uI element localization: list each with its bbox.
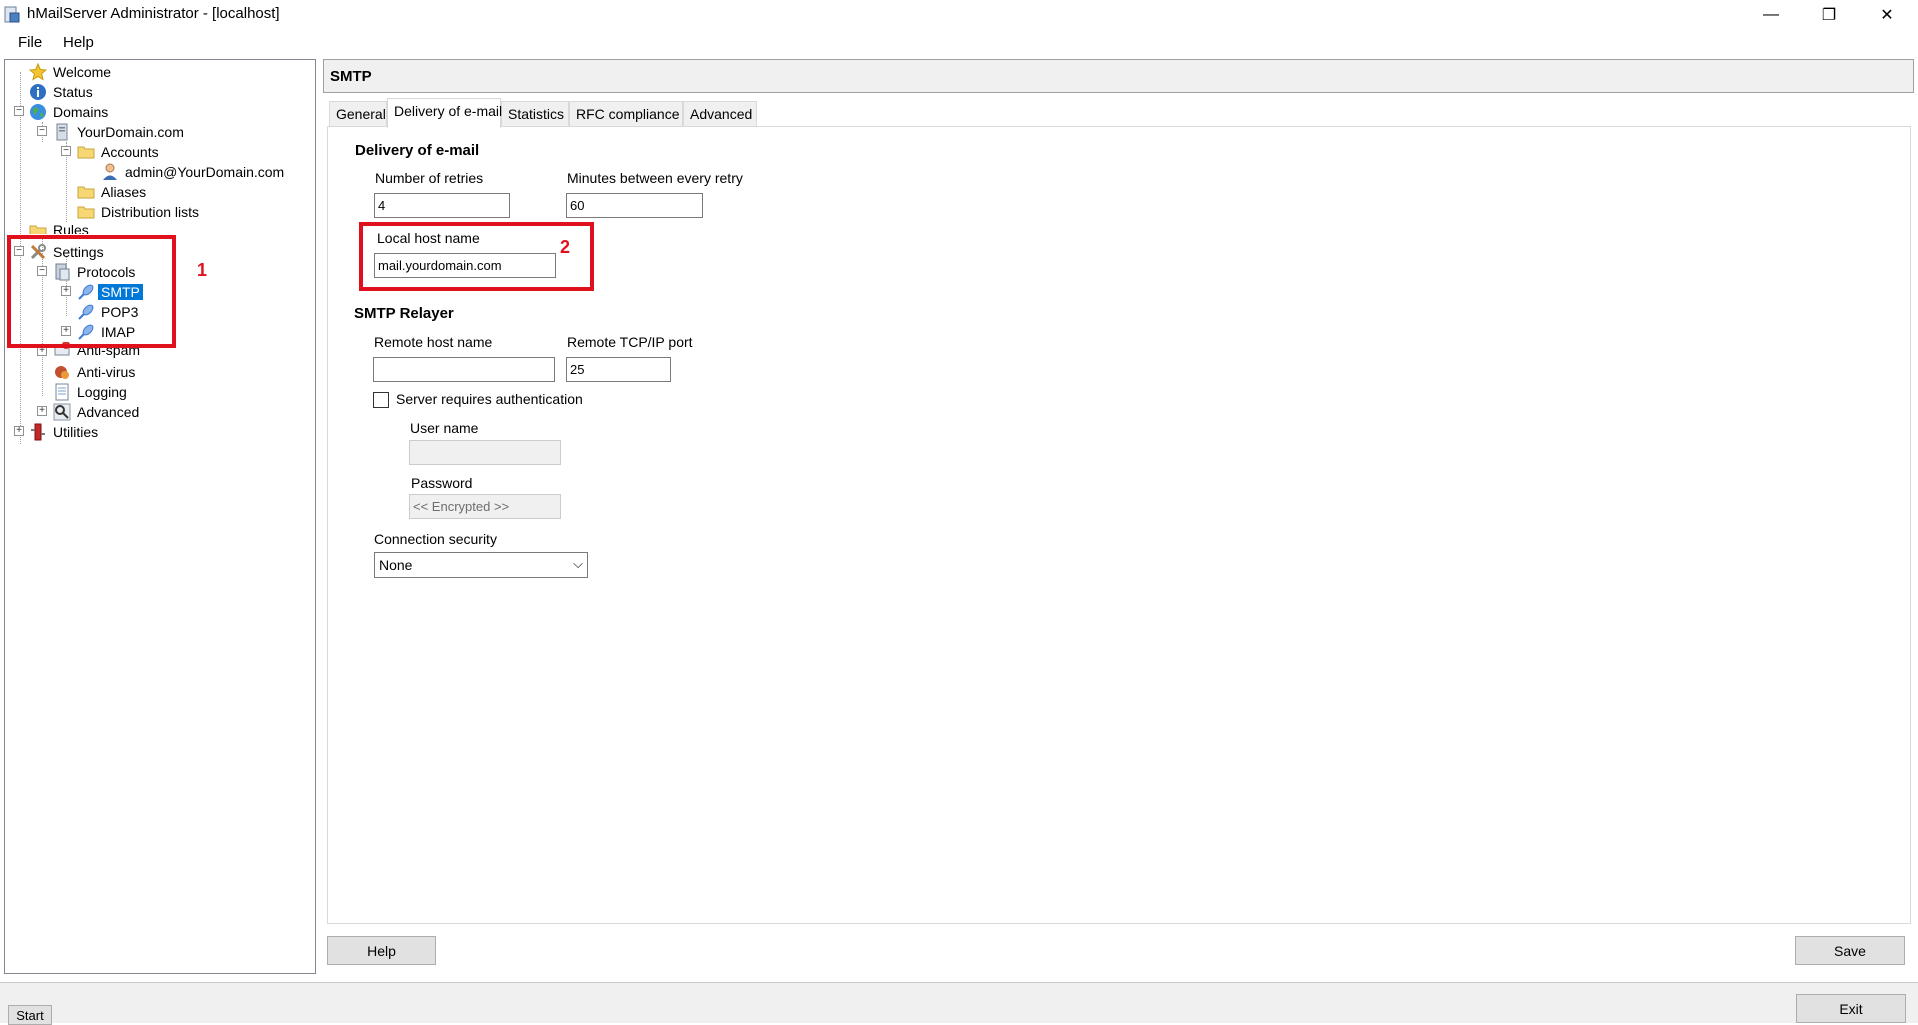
tree-item-advanced[interactable]: Advanced	[53, 402, 142, 422]
tab-general[interactable]: General	[329, 101, 387, 127]
annotation-label-1: 1	[197, 260, 208, 280]
collapse-toggle[interactable]: −	[14, 106, 24, 116]
tree-item-utilities[interactable]: Utilities	[29, 422, 101, 442]
globe-icon	[30, 104, 46, 120]
tree-item-accounts[interactable]: Accounts	[77, 142, 162, 162]
username-label: User name	[410, 420, 479, 436]
panel-title: SMTP	[323, 59, 1914, 93]
magnifier-icon	[53, 403, 71, 421]
menu-bar: File Help	[0, 30, 1918, 56]
remote-host-label: Remote host name	[374, 334, 493, 350]
tree-item-status[interactable]: Status	[29, 82, 96, 102]
server-icon	[56, 123, 68, 141]
security-value: None	[379, 557, 413, 573]
retries-label: Number of retries	[375, 170, 484, 186]
tab-delivery-of-email[interactable]: Delivery of e-mail	[387, 98, 502, 128]
document-icon	[55, 383, 69, 401]
close-button[interactable]: ✕	[1864, 0, 1910, 30]
password-input[interactable]: << Encrypted >>	[409, 494, 561, 519]
chevron-down-icon: ⌵	[573, 556, 583, 571]
auth-checkbox[interactable]	[373, 392, 389, 408]
tree-item-aliases[interactable]: Aliases	[77, 182, 149, 202]
folder-icon	[77, 206, 95, 219]
relayer-section-heading: SMTP Relayer	[354, 305, 454, 322]
tree-item-antivirus[interactable]: Anti-virus	[53, 362, 138, 382]
expand-toggle[interactable]: +	[14, 426, 24, 436]
app-icon	[4, 6, 20, 23]
exit-button[interactable]: Exit	[1796, 994, 1906, 1023]
password-label: Password	[411, 475, 473, 491]
annotation-box-1	[7, 235, 176, 348]
info-icon	[30, 84, 46, 100]
auth-label: Server requires authentication	[396, 391, 583, 407]
hostname-input[interactable]: mail.yourdomain.com	[374, 253, 556, 278]
folder-icon	[29, 225, 47, 234]
security-label: Connection security	[374, 531, 497, 547]
tree-item-rules[interactable]: Rules	[29, 222, 92, 234]
menu-help[interactable]: Help	[63, 34, 94, 51]
retries-input[interactable]: 4	[374, 193, 510, 218]
status-bar	[0, 982, 1918, 1023]
window-title: hMailServer Administrator - [localhost]	[27, 5, 280, 22]
username-input[interactable]	[409, 440, 561, 465]
help-button[interactable]: Help	[327, 936, 436, 965]
folder-icon	[77, 186, 95, 199]
minimize-button[interactable]: —	[1748, 0, 1794, 30]
tree-item-welcome[interactable]: Welcome	[29, 62, 114, 82]
tab-advanced[interactable]: Advanced	[683, 101, 757, 127]
tab-statistics[interactable]: Statistics	[501, 101, 569, 127]
hostname-label: Local host name	[377, 230, 480, 246]
navigation-tree[interactable]: Welcome Status − Domains − YourDomain.co…	[4, 59, 316, 974]
annotation-label-2: 2	[560, 237, 571, 257]
collapse-toggle[interactable]: −	[37, 126, 47, 136]
tree-item-domains[interactable]: Domains	[29, 102, 111, 122]
port-label: Remote TCP/IP port	[567, 334, 693, 350]
port-input[interactable]: 25	[566, 357, 671, 382]
maximize-button[interactable]: ❐	[1806, 0, 1852, 30]
tree-item-domain[interactable]: YourDomain.com	[53, 122, 187, 142]
expand-toggle[interactable]: +	[37, 406, 47, 416]
star-icon	[29, 63, 47, 81]
title-bar: hMailServer Administrator - [localhost] …	[0, 0, 1918, 30]
menu-file[interactable]: File	[18, 34, 42, 51]
start-button[interactable]: Start	[8, 1005, 52, 1025]
folder-icon	[77, 146, 95, 159]
minutes-label: Minutes between every retry	[567, 170, 743, 186]
tree-item-admin-account[interactable]: admin@YourDomain.com	[101, 162, 287, 182]
antivirus-icon	[55, 366, 69, 379]
delivery-section-heading: Delivery of e-mail	[355, 142, 480, 159]
collapse-toggle[interactable]: −	[61, 146, 71, 156]
user-icon	[103, 163, 117, 180]
remote-host-input[interactable]	[373, 357, 555, 382]
tree-item-distribution-lists[interactable]: Distribution lists	[77, 202, 202, 222]
save-button[interactable]: Save	[1795, 936, 1905, 965]
minutes-input[interactable]: 60	[566, 193, 703, 218]
tree-item-logging[interactable]: Logging	[53, 382, 130, 402]
security-select[interactable]: None ⌵	[374, 552, 588, 578]
utilities-icon	[31, 423, 45, 441]
tab-rfc-compliance[interactable]: RFC compliance	[569, 101, 683, 127]
